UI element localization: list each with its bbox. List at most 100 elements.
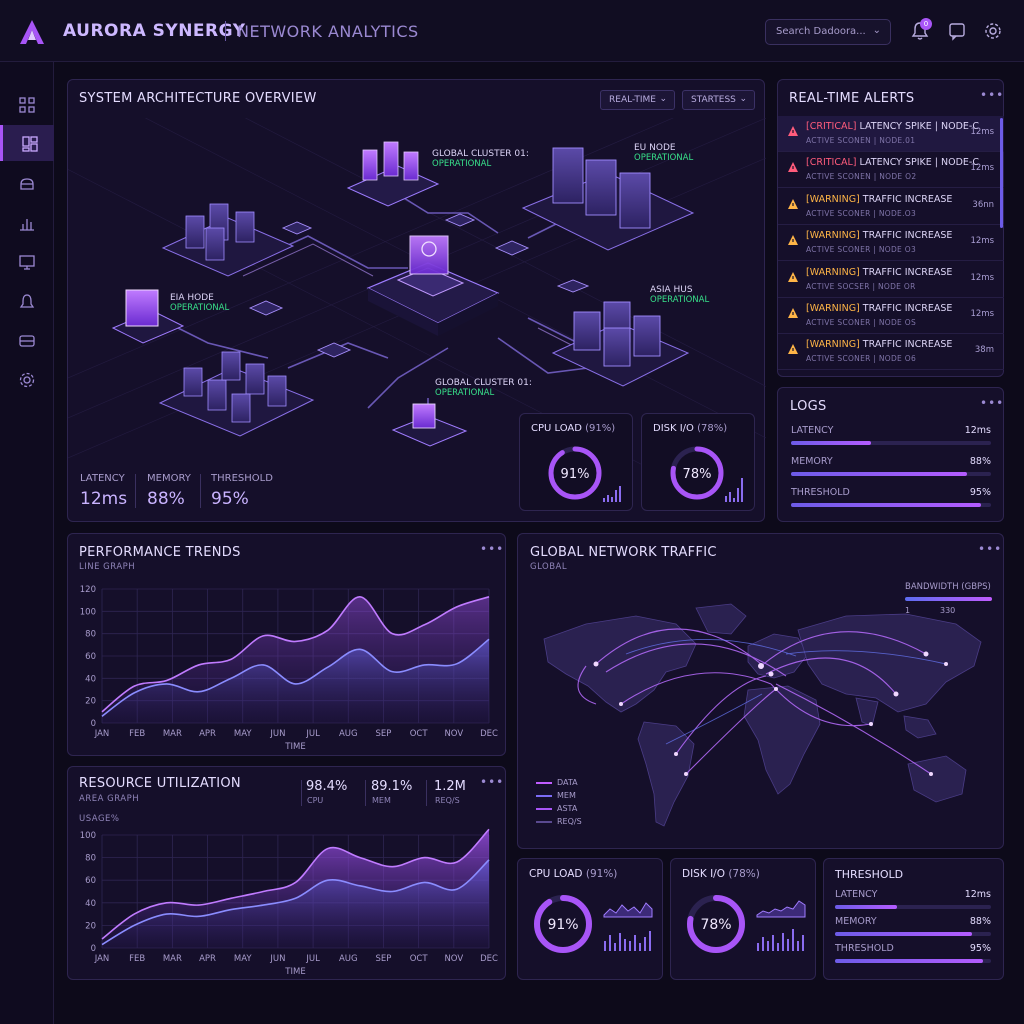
alert-source: ACTIVE SCONER | NODE.O3 <box>806 208 917 218</box>
sidebar <box>0 62 54 1024</box>
y-tick-label: 60 <box>85 876 96 886</box>
performance-panel: PERFORMANCE TRENDS LINE GRAPH ••• 0 20 40 6… <box>67 533 506 756</box>
bottom-disk-gauge: 78% <box>687 895 745 953</box>
bottom-cpu-value: 91% <box>547 917 578 933</box>
alert-text: TRAFFIC INCREASE <box>862 339 953 351</box>
warning-triangle-icon <box>788 344 798 355</box>
resource-subtitle: AREA GRAPH <box>79 794 140 804</box>
bottom-cpu-panel: CPU LOAD (91%) 91% <box>517 858 663 980</box>
sidebar-item-analytics[interactable] <box>0 204 54 240</box>
cpu-load-value: 91% <box>561 467 590 482</box>
more-options-icon[interactable]: ••• <box>480 542 504 556</box>
cpu-load-gauge: 91% <box>548 446 602 500</box>
alert-source: ACTIVE SCONER | NODE O3 <box>806 245 917 255</box>
legend-item-data: DATA <box>536 778 578 787</box>
performance-subtitle: LINE GRAPH <box>79 562 136 572</box>
database-icon <box>20 178 34 190</box>
alert-severity-tag: [WARNING] <box>806 339 860 351</box>
alert-time: 36nn <box>972 199 994 210</box>
disk-io-title: DISK I/O (78%) <box>653 423 728 434</box>
progress-fill <box>791 441 871 445</box>
sidebar-item-settings[interactable] <box>0 361 54 397</box>
bar-value: 88% <box>969 456 991 467</box>
alerts-title: REAL-TIME ALERTS <box>789 91 915 106</box>
x-tick-label: JAN <box>94 729 110 739</box>
alert-severity-tag: [WARNING] <box>806 303 860 314</box>
alert-row[interactable]: [WARNING] TRAFFIC INCREASE ACTIVE SCONER … <box>778 189 1004 225</box>
bar-value: 88% <box>969 916 991 927</box>
sidebar-item-alerts[interactable] <box>0 283 54 319</box>
alert-title: [CRITICAL] LATENCY SPIKE | NODE-C <box>806 157 979 168</box>
performance-line-chart: 0 20 40 60 80 100 120 JAN FEB MAR APR MAY JUN JUL AUG S… <box>80 585 498 752</box>
disk-io-card: DISK I/O (78%) 78% <box>641 413 755 511</box>
sidebar-item-grid[interactable] <box>0 86 54 122</box>
world-traffic-map <box>543 603 982 827</box>
alert-time: 12ms <box>970 272 994 283</box>
alert-row[interactable]: [WARNING] TRAFFIC INCREASE ACTIVE SCONER … <box>778 298 1004 334</box>
x-tick-label: FEB <box>129 729 145 739</box>
alert-row[interactable]: [CRITICAL] LATENCY SPIKE | NODE-C ACTIVE … <box>778 116 1004 152</box>
performance-title: PERFORMANCE TRENDS <box>79 545 241 560</box>
message-icon[interactable] <box>947 20 967 42</box>
legend-item-mem: MEM <box>536 791 576 800</box>
alert-title: [WARNING] TRAFFIC INCREASE <box>806 230 952 241</box>
sidebar-item-database[interactable] <box>0 165 54 201</box>
metric-divider <box>200 474 201 508</box>
bottom-cpu-gauge: 91% <box>534 895 592 953</box>
alert-title: [WARNING] TRAFFIC INCREASE <box>806 339 952 350</box>
warning-triangle-icon <box>788 271 798 282</box>
alert-time: 38m <box>974 345 994 356</box>
settings-icon[interactable] <box>983 20 1003 42</box>
x-tick-label: FEB <box>129 954 145 964</box>
bar-label: MEMORY <box>791 456 833 467</box>
alert-row[interactable]: [WARNING] TRAFFIC INCREASE ACTIVE SCONER … <box>778 225 1004 262</box>
progress-bar <box>835 932 991 936</box>
bar-value: 95% <box>969 487 991 498</box>
sidebar-item-layers[interactable] <box>0 322 54 358</box>
traffic-title: GLOBAL NETWORK TRAFFIC <box>530 545 717 560</box>
alert-severity-tag: [WARNING] <box>806 230 860 242</box>
x-tick-label: JUL <box>305 729 320 739</box>
alert-title: [WARNING] TRAFFIC INCREASE <box>806 303 952 314</box>
mem-stat-value: 89.1% <box>371 779 413 794</box>
more-options-icon[interactable]: ••• <box>978 542 1002 556</box>
more-options-icon[interactable]: ••• <box>480 775 504 789</box>
bar-label: MEMORY <box>835 916 877 927</box>
alerts-scrollbar[interactable] <box>1000 118 1003 228</box>
resource-title: RESOURCE UTILIZATION <box>79 776 241 791</box>
more-options-icon[interactable]: ••• <box>980 88 1004 102</box>
disk-io-value: 78% <box>683 467 712 482</box>
stat-divider <box>426 780 427 806</box>
x-tick-label: DEC <box>480 729 498 739</box>
cpu-load-card: CPU LOAD (91%) 91% <box>519 413 633 511</box>
alert-severity-tag: [CRITICAL] <box>806 157 857 169</box>
realtime-toggle[interactable]: REAL-TIME ⌄ <box>600 90 675 110</box>
search-input[interactable]: Search Dadoora... ⌄ <box>765 19 891 45</box>
resource-panel: RESOURCE UTILIZATION AREA GRAPH ••• 98.4… <box>67 766 506 980</box>
y-tick-label: 40 <box>85 674 96 684</box>
legend-item-asia: ASTA <box>536 804 577 813</box>
alert-source: ACTIVE SCONER | NODE O6 <box>806 354 917 364</box>
alert-time: 12ms <box>970 163 994 174</box>
progress-bar <box>791 472 991 476</box>
status-filter-label: STARTESS <box>691 95 736 105</box>
alert-row[interactable]: [WARNING] TRAFFIC INCREASE ACTIVE SCONER … <box>778 334 1004 371</box>
more-options-icon[interactable]: ••• <box>980 396 1004 410</box>
sidebar-item-monitor[interactable] <box>0 243 54 279</box>
chevron-down-icon: ⌄ <box>659 94 667 104</box>
alert-time: 12ms <box>970 236 994 247</box>
status-filter[interactable]: STARTESS ⌄ <box>682 90 755 110</box>
y-tick-label: 80 <box>85 854 96 864</box>
x-tick-label: AUG <box>339 729 358 739</box>
sidebar-item-dashboard[interactable] <box>0 125 54 161</box>
alert-row[interactable]: [WARNING] TRAFFIC INCREASE ACTIVE SOCSER … <box>778 262 1004 298</box>
x-tick-label: SEP <box>376 954 392 964</box>
bar-value: 12ms <box>964 425 991 436</box>
warning-triangle-icon <box>788 126 798 136</box>
settings-icon <box>19 372 35 388</box>
alert-severity-tag: [CRITICAL] <box>806 121 857 132</box>
alert-severity-tag: [WARNING] <box>806 266 860 278</box>
bottom-threshold-title: THRESHOLD <box>835 868 904 881</box>
alert-list: [CRITICAL] LATENCY SPIKE | NODE-C ACTIVE … <box>778 116 1004 372</box>
alert-row[interactable]: [CRITICAL] LATENCY SPIKE | NODE-C ACTIVE … <box>778 152 1004 189</box>
